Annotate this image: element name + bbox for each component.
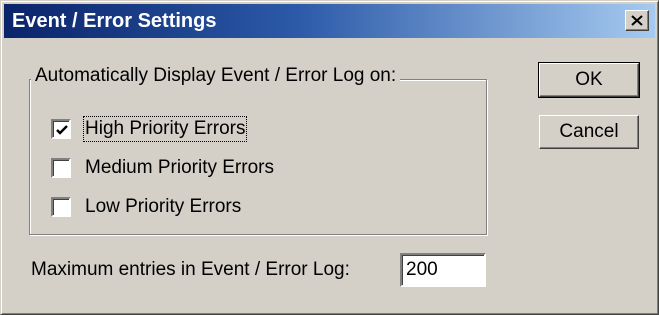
medium-priority-label[interactable]: Medium Priority Errors xyxy=(85,157,274,179)
title-bar[interactable]: Event / Error Settings xyxy=(4,4,655,38)
high-priority-checkbox[interactable] xyxy=(51,119,71,139)
low-priority-option[interactable]: Low Priority Errors xyxy=(51,194,281,220)
high-priority-option[interactable]: High Priority Errors xyxy=(51,116,281,142)
event-error-settings-dialog: Event / Error Settings Automatically Dis… xyxy=(0,0,659,315)
medium-priority-option[interactable]: Medium Priority Errors xyxy=(51,155,311,181)
close-button[interactable] xyxy=(625,10,649,31)
max-entries-label: Maximum entries in Event / Error Log: xyxy=(31,259,350,280)
max-entries-input[interactable] xyxy=(400,253,486,287)
ok-button[interactable]: OK xyxy=(538,62,640,98)
high-priority-label[interactable]: High Priority Errors xyxy=(82,116,248,142)
group-legend: Automatically Display Event / Error Log … xyxy=(31,65,401,87)
checkmark-icon xyxy=(56,125,68,135)
window-title: Event / Error Settings xyxy=(12,10,217,32)
cancel-button[interactable]: Cancel xyxy=(539,115,639,149)
medium-priority-checkbox[interactable] xyxy=(51,158,71,178)
low-priority-label[interactable]: Low Priority Errors xyxy=(85,196,241,218)
low-priority-checkbox[interactable] xyxy=(51,197,71,217)
close-icon xyxy=(631,15,643,26)
